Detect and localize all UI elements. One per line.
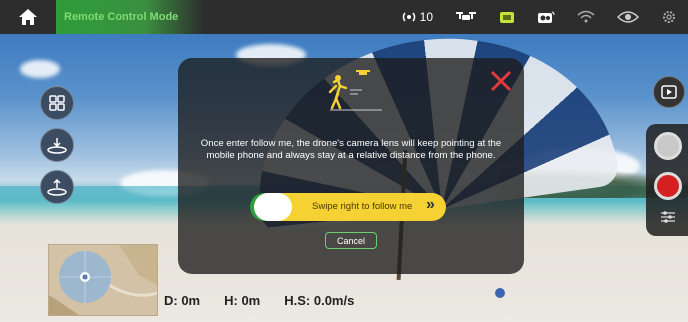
top-bar: Remote Control Mode 10: [0, 0, 688, 34]
gear-icon: [663, 11, 675, 23]
height-readout: H: 0m: [224, 293, 261, 308]
dialog-message: Once enter follow me, the drone's camera…: [200, 138, 502, 161]
slider-knob[interactable]: [254, 193, 292, 221]
signal-value: 10: [419, 10, 433, 24]
chevron-right-icon: »: [426, 196, 435, 213]
play-icon: [661, 85, 677, 99]
distance-readout: D: 0m: [164, 293, 201, 308]
close-icon[interactable]: [488, 68, 514, 94]
drone-status: [455, 10, 477, 24]
view-toggle[interactable]: [617, 10, 639, 24]
settings-button[interactable]: [661, 9, 677, 25]
slider-label: Swipe right to follow me: [312, 201, 413, 212]
mode-label: Remote Control Mode: [56, 0, 204, 34]
land-button[interactable]: [40, 128, 74, 162]
telemetry-bar: D: 0m H: 0m H.S: 0.0m/s: [164, 293, 354, 308]
wifi-status: [577, 10, 595, 24]
capture-panel: [646, 124, 688, 236]
cloud: [20, 60, 60, 78]
mini-map[interactable]: [48, 244, 158, 316]
land-icon: [47, 138, 67, 154]
camera-status[interactable]: [537, 10, 555, 24]
takeoff-button[interactable]: [40, 170, 74, 204]
sliders-icon[interactable]: [660, 210, 676, 224]
drone-icon: [456, 12, 476, 20]
eye-icon: [617, 11, 639, 23]
battery-status: [499, 10, 515, 24]
follow-me-dialog: Once enter follow me, the drone's camera…: [178, 58, 524, 274]
grid-button[interactable]: [40, 86, 74, 120]
follow-me-slider[interactable]: Swipe right to follow me »: [254, 193, 446, 221]
grid-icon: [49, 95, 65, 111]
speed-readout: H.S: 0.0m/s: [284, 293, 355, 308]
status-icons: 10: [390, 0, 688, 34]
camera-icon: [538, 11, 555, 23]
signal-indicator: 10: [401, 10, 433, 24]
follow-me-icon: [328, 70, 382, 111]
home-icon: [19, 9, 37, 25]
battery-icon: [500, 12, 514, 23]
signal-icon: [402, 12, 415, 22]
map-graphic: [49, 245, 157, 315]
cancel-button[interactable]: Cancel: [325, 232, 377, 249]
home-button[interactable]: [0, 0, 56, 34]
wifi-icon: [577, 10, 595, 23]
takeoff-icon: [47, 178, 67, 196]
record-button[interactable]: [654, 172, 682, 200]
app-screen: Remote Control Mode 10 Once enter follow…: [0, 0, 688, 322]
photo-button[interactable]: [654, 132, 682, 160]
playback-button[interactable]: [653, 76, 685, 108]
position-dot: [495, 288, 505, 298]
